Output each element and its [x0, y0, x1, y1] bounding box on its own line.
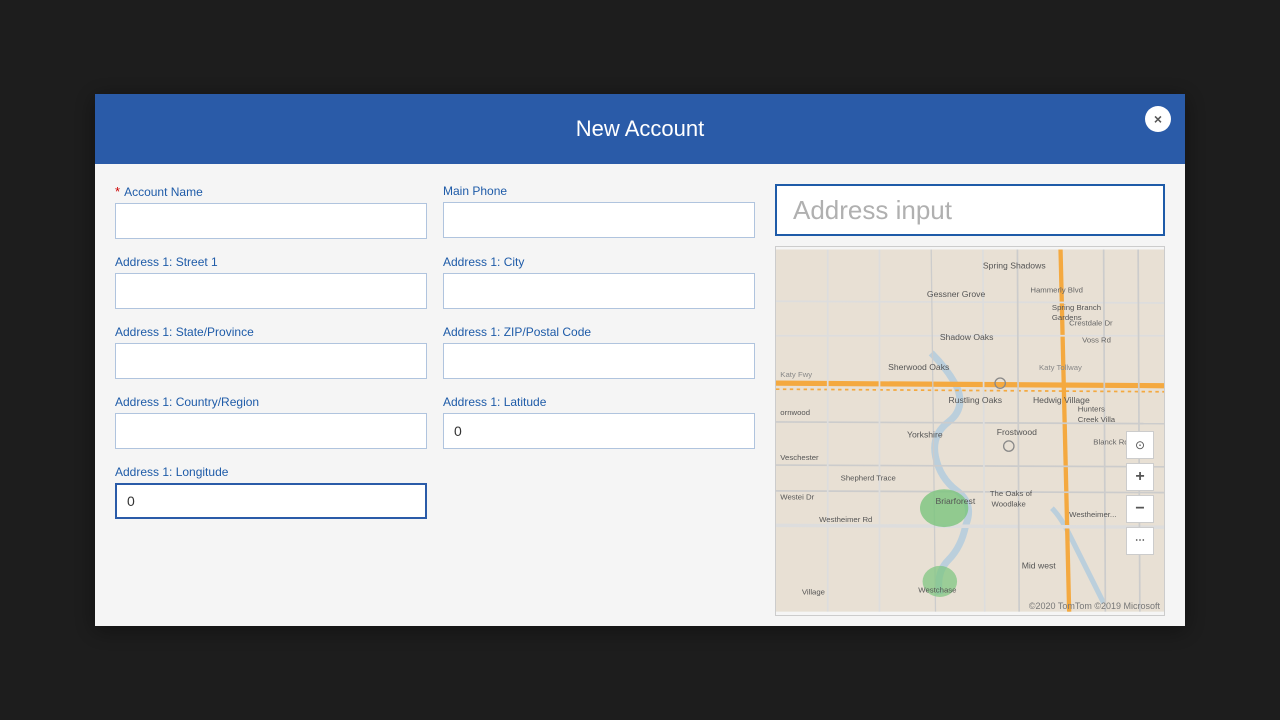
svg-text:Frostwood: Frostwood	[997, 427, 1037, 437]
svg-text:Veschester: Veschester	[780, 453, 819, 462]
modal-overlay: New Account × * Account Name	[0, 0, 1280, 720]
svg-text:Shepherd Trace: Shepherd Trace	[841, 474, 896, 483]
svg-text:Shadow Oaks: Shadow Oaks	[940, 332, 994, 342]
svg-text:Westheimer Rd: Westheimer Rd	[819, 515, 872, 524]
svg-text:Katy Tollway: Katy Tollway	[1039, 364, 1082, 373]
svg-text:Hedwig Village: Hedwig Village	[1033, 395, 1090, 405]
svg-text:Village: Village	[802, 588, 825, 597]
zip-label: Address 1: ZIP/Postal Code	[443, 325, 755, 339]
map-container[interactable]: Spring Shadows Gessner Grove Hammerly Bl…	[775, 246, 1165, 615]
form-row-3: Address 1: State/Province Address 1: ZIP…	[115, 325, 755, 379]
form-row-4: Address 1: Country/Region Address 1: Lat…	[115, 395, 755, 449]
city-label: Address 1: City	[443, 255, 755, 269]
svg-text:Briarforest: Briarforest	[936, 496, 976, 506]
form-row-2: Address 1: Street 1 Address 1: City	[115, 255, 755, 309]
latitude-group: Address 1: Latitude	[443, 395, 755, 449]
latitude-label: Address 1: Latitude	[443, 395, 755, 409]
map-svg: Spring Shadows Gessner Grove Hammerly Bl…	[776, 247, 1164, 614]
svg-text:Mid west: Mid west	[1022, 561, 1057, 571]
close-button[interactable]: ×	[1145, 106, 1171, 132]
state-group: Address 1: State/Province	[115, 325, 427, 379]
required-indicator: *	[115, 184, 120, 199]
longitude-input[interactable]	[115, 483, 427, 519]
longitude-group: Address 1: Longitude	[115, 465, 427, 519]
address-input-placeholder: Address input	[793, 195, 952, 226]
svg-text:ornwood: ornwood	[780, 408, 810, 417]
svg-text:Blanck Rd: Blanck Rd	[1093, 438, 1128, 447]
account-name-input[interactable]	[115, 203, 427, 239]
zoom-in-button[interactable]: +	[1126, 463, 1154, 491]
compass-button[interactable]: ⊙	[1126, 431, 1154, 459]
new-account-modal: New Account × * Account Name	[95, 94, 1185, 625]
main-phone-label: Main Phone	[443, 184, 755, 198]
account-name-group: * Account Name	[115, 184, 427, 239]
zoom-out-button[interactable]: −	[1126, 495, 1154, 523]
svg-text:Hammerly Blvd: Hammerly Blvd	[1030, 286, 1083, 295]
street1-input[interactable]	[115, 273, 427, 309]
svg-text:Westheimer...: Westheimer...	[1069, 510, 1116, 519]
map-section: Address input	[775, 184, 1165, 615]
address-input-box[interactable]: Address input	[775, 184, 1165, 236]
svg-text:Woodlake: Woodlake	[992, 500, 1026, 509]
zip-input[interactable]	[443, 343, 755, 379]
country-input[interactable]	[115, 413, 427, 449]
street1-label: Address 1: Street 1	[115, 255, 427, 269]
svg-text:Yorkshire: Yorkshire	[907, 430, 943, 440]
svg-text:Voss Rd: Voss Rd	[1082, 336, 1111, 345]
form-row-5: Address 1: Longitude	[115, 465, 755, 519]
svg-text:Westchase: Westchase	[918, 586, 956, 595]
longitude-label: Address 1: Longitude	[115, 465, 427, 479]
country-label: Address 1: Country/Region	[115, 395, 427, 409]
modal-body: * Account Name Main Phone Address 1: Str…	[95, 164, 1185, 625]
state-input[interactable]	[115, 343, 427, 379]
svg-text:Gardens: Gardens	[1052, 314, 1082, 323]
modal-title: New Account	[576, 116, 704, 141]
country-group: Address 1: Country/Region	[115, 395, 427, 449]
form-section: * Account Name Main Phone Address 1: Str…	[115, 184, 755, 615]
svg-text:Sherwood Oaks: Sherwood Oaks	[888, 363, 949, 373]
map-controls: ⊙ + − ⋯	[1126, 431, 1154, 555]
map-extra-button[interactable]: ⋯	[1126, 527, 1154, 555]
svg-text:Rustling Oaks: Rustling Oaks	[948, 395, 1002, 405]
svg-text:Hunters: Hunters	[1078, 405, 1105, 414]
svg-text:Katy Fwy: Katy Fwy	[780, 371, 812, 380]
svg-text:Gessner Grove: Gessner Grove	[927, 289, 986, 299]
svg-text:Westei Dr: Westei Dr	[780, 493, 814, 502]
svg-text:Spring Shadows: Spring Shadows	[983, 261, 1046, 271]
modal-header: New Account ×	[95, 94, 1185, 164]
placeholder-group	[443, 465, 755, 519]
zip-group: Address 1: ZIP/Postal Code	[443, 325, 755, 379]
main-phone-group: Main Phone	[443, 184, 755, 239]
street1-group: Address 1: Street 1	[115, 255, 427, 309]
city-input[interactable]	[443, 273, 755, 309]
form-row-1: * Account Name Main Phone	[115, 184, 755, 239]
svg-text:Creek Villa: Creek Villa	[1078, 415, 1116, 424]
account-name-label: * Account Name	[115, 184, 427, 199]
state-label: Address 1: State/Province	[115, 325, 427, 339]
main-phone-input[interactable]	[443, 202, 755, 238]
city-group: Address 1: City	[443, 255, 755, 309]
svg-text:Spring Branch: Spring Branch	[1052, 303, 1101, 312]
svg-text:The Oaks of: The Oaks of	[990, 490, 1033, 499]
latitude-input[interactable]	[443, 413, 755, 449]
map-attribution: ©2020 TomTom ©2019 Microsoft	[1029, 601, 1160, 611]
